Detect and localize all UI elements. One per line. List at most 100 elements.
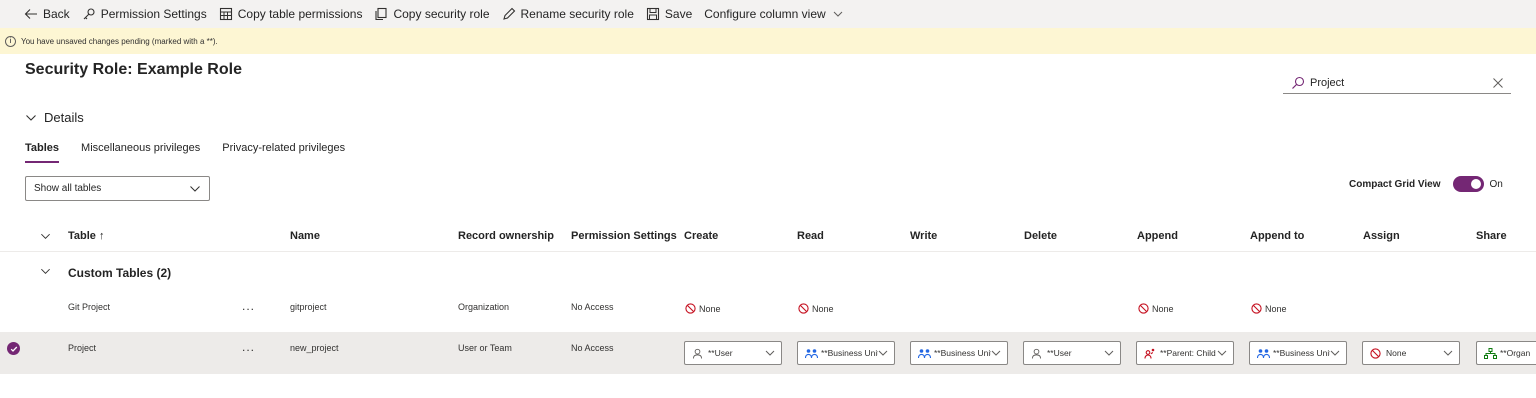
chevron-down-icon (878, 348, 888, 358)
row-record-ownership: Organization (458, 302, 510, 312)
column-header-write[interactable]: Write (910, 230, 937, 242)
none-icon (685, 303, 696, 314)
chevron-down-icon (1104, 348, 1114, 358)
share-privilege-select[interactable]: **Organization (1476, 341, 1536, 365)
create-privilege-value: None (699, 303, 721, 314)
append-to-privilege[interactable]: None (1251, 303, 1287, 314)
row-selected-check-icon[interactable] (7, 342, 20, 355)
save-button[interactable]: Save (646, 7, 692, 21)
none-icon (1138, 303, 1149, 314)
append-privilege-select[interactable]: **Parent: Child Business Unit (1136, 341, 1234, 365)
append-privilege-value: **Parent: Child Business Unit (1160, 348, 1217, 358)
toggle-knob (1470, 179, 1481, 189)
copy-table-permissions-button[interactable]: Copy table permissions (219, 7, 363, 21)
page-title: Security Role: Example Role (25, 61, 242, 78)
create-privilege[interactable]: None (685, 303, 721, 314)
write-privilege-select[interactable]: **Business Unit (910, 341, 1008, 365)
none-icon (1251, 303, 1262, 314)
search-input[interactable]: Project (1310, 77, 1491, 89)
delete-privilege-value: **User (1047, 348, 1072, 358)
column-header-delete[interactable]: Delete (1024, 230, 1057, 242)
permission-settings-label: Permission Settings (100, 7, 207, 21)
table-row-selected[interactable]: Project ... new_project User or Team No … (0, 332, 1536, 374)
column-header-share[interactable]: Share (1476, 230, 1507, 242)
copy-security-role-button[interactable]: Copy security role (374, 7, 490, 21)
collapse-all-chevron-icon[interactable] (40, 231, 51, 242)
table-row[interactable]: Git Project ... gitproject Organization … (0, 290, 1536, 332)
copy-security-role-label: Copy security role (393, 7, 490, 21)
configure-column-view-button[interactable]: Configure column view (704, 7, 844, 21)
tab-miscellaneous-privileges[interactable]: Miscellaneous privileges (81, 142, 200, 163)
save-icon (646, 7, 660, 21)
row-more-button[interactable]: ... (242, 299, 255, 313)
column-header-record-ownership[interactable]: Record ownership (458, 230, 554, 242)
append-to-privilege-value: **Business Unit (1273, 348, 1330, 358)
column-header-name[interactable]: Name (290, 230, 320, 242)
delete-privilege-select[interactable]: **User (1023, 341, 1121, 365)
back-arrow-icon (24, 7, 38, 21)
unsaved-changes-banner: i You have unsaved changes pending (mark… (0, 28, 1536, 54)
chevron-down-icon (190, 185, 200, 192)
column-header-append-to[interactable]: Append to (1250, 230, 1304, 242)
chevron-down-icon[interactable] (40, 266, 51, 277)
permission-settings-button[interactable]: Permission Settings (82, 7, 207, 21)
table-filter-value: Show all tables (34, 183, 102, 194)
clear-search-icon[interactable] (1491, 76, 1505, 90)
assign-privilege-value: None (1386, 348, 1407, 358)
group-header-custom-tables[interactable]: Custom Tables (2) (0, 253, 1536, 293)
command-bar: Back Permission Settings Copy table perm… (0, 0, 1536, 28)
append-to-privilege-select[interactable]: **Business Unit (1249, 341, 1347, 365)
grid-header: Table ↑ Name Record ownership Permission… (0, 220, 1536, 252)
tab-tables[interactable]: Tables (25, 142, 60, 163)
row-table-name: Git Project (68, 302, 111, 312)
configure-column-view-label: Configure column view (704, 7, 826, 21)
column-header-assign[interactable]: Assign (1363, 230, 1400, 242)
details-toggle[interactable]: Details (25, 110, 84, 125)
business-unit-icon (918, 348, 931, 359)
compact-grid-view: Compact Grid View On (1349, 176, 1503, 192)
rename-security-role-button[interactable]: Rename security role (502, 7, 634, 21)
chevron-down-icon (831, 7, 845, 21)
column-header-append[interactable]: Append (1137, 230, 1178, 242)
business-unit-icon (805, 348, 818, 359)
compact-grid-view-toggle[interactable] (1452, 176, 1484, 192)
read-privilege-value: **Business Unit (821, 348, 878, 358)
none-icon (798, 303, 809, 314)
business-unit-icon (1257, 348, 1270, 359)
column-header-table[interactable]: Table ↑ (68, 230, 104, 242)
create-privilege-select[interactable]: **User (684, 341, 782, 365)
append-to-privilege-value: None (1265, 303, 1287, 314)
none-icon (1370, 347, 1383, 359)
chevron-down-icon (1330, 348, 1340, 358)
save-label: Save (664, 7, 693, 21)
compact-grid-view-label: Compact Grid View (1349, 178, 1441, 190)
pencil-icon (502, 7, 516, 21)
table-filter-dropdown[interactable]: Show all tables (25, 176, 210, 201)
row-record-ownership: User or Team (458, 343, 512, 353)
column-header-create[interactable]: Create (684, 230, 718, 242)
tab-privacy-related-privileges[interactable]: Privacy-related privileges (222, 142, 345, 163)
column-header-read[interactable]: Read (797, 230, 824, 242)
group-title: Custom Tables (2) (68, 266, 172, 280)
append-privilege-value: None (1152, 303, 1174, 314)
column-header-permission-settings[interactable]: Permission Settings (571, 230, 677, 242)
share-privilege-value: **Organization (1500, 348, 1530, 358)
read-privilege-select[interactable]: **Business Unit (797, 341, 895, 365)
read-privilege[interactable]: None (798, 303, 834, 314)
chevron-down-icon (1443, 348, 1453, 358)
search-box[interactable]: Project (1283, 72, 1511, 94)
compact-grid-view-state: On (1489, 178, 1503, 190)
append-privilege[interactable]: None (1138, 303, 1174, 314)
organization-icon (1484, 347, 1497, 359)
row-more-button[interactable]: ... (242, 340, 255, 354)
row-logical-name: gitproject (290, 302, 327, 312)
rename-security-role-label: Rename security role (520, 7, 634, 21)
chevron-down-icon (765, 348, 775, 358)
info-icon: i (5, 35, 16, 47)
row-logical-name: new_project (290, 343, 339, 353)
assign-privilege-select[interactable]: None (1362, 341, 1460, 365)
chevron-down-icon (991, 348, 1001, 358)
copy-table-permissions-label: Copy table permissions (237, 7, 363, 21)
user-icon (692, 348, 705, 359)
back-button[interactable]: Back (24, 7, 70, 21)
